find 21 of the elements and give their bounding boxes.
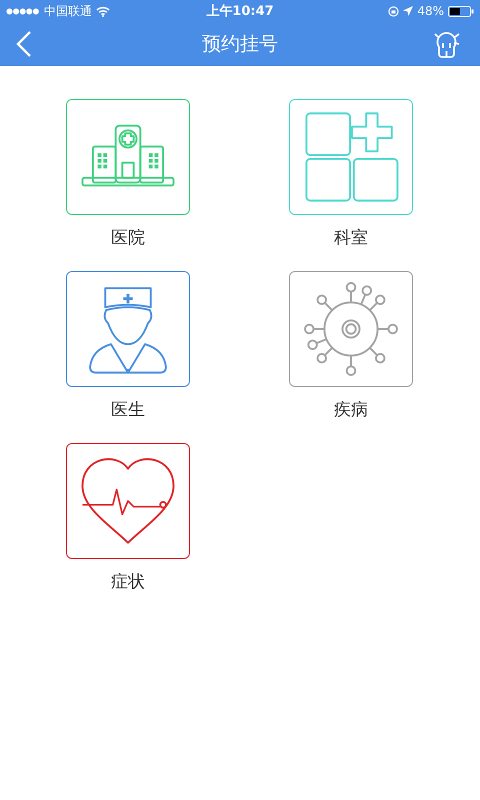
tile-label: 医生 bbox=[111, 399, 145, 422]
tile-label: 医院 bbox=[111, 227, 145, 250]
page-title: 预约挂号 bbox=[202, 32, 278, 57]
mascot-icon[interactable] bbox=[434, 29, 460, 59]
location-icon bbox=[403, 6, 414, 16]
battery-percent: 48% bbox=[417, 4, 444, 18]
tile-card[interactable] bbox=[66, 443, 190, 559]
battery-icon bbox=[448, 6, 474, 16]
tile-card[interactable] bbox=[66, 99, 190, 215]
wifi-icon bbox=[96, 6, 110, 16]
tile-card[interactable] bbox=[66, 271, 190, 387]
tile-label: 科室 bbox=[334, 227, 368, 250]
clock: 上午10:47 bbox=[206, 3, 274, 20]
tile-card[interactable] bbox=[289, 99, 413, 215]
tile-card[interactable] bbox=[289, 271, 413, 387]
tile-label: 疾病 bbox=[334, 399, 368, 422]
rotation-lock-icon bbox=[388, 6, 400, 16]
tile-label: 症状 bbox=[111, 571, 145, 594]
carrier-name: 中国联通 bbox=[44, 2, 92, 20]
signal-icon bbox=[6, 8, 40, 14]
back-icon[interactable] bbox=[16, 30, 32, 58]
